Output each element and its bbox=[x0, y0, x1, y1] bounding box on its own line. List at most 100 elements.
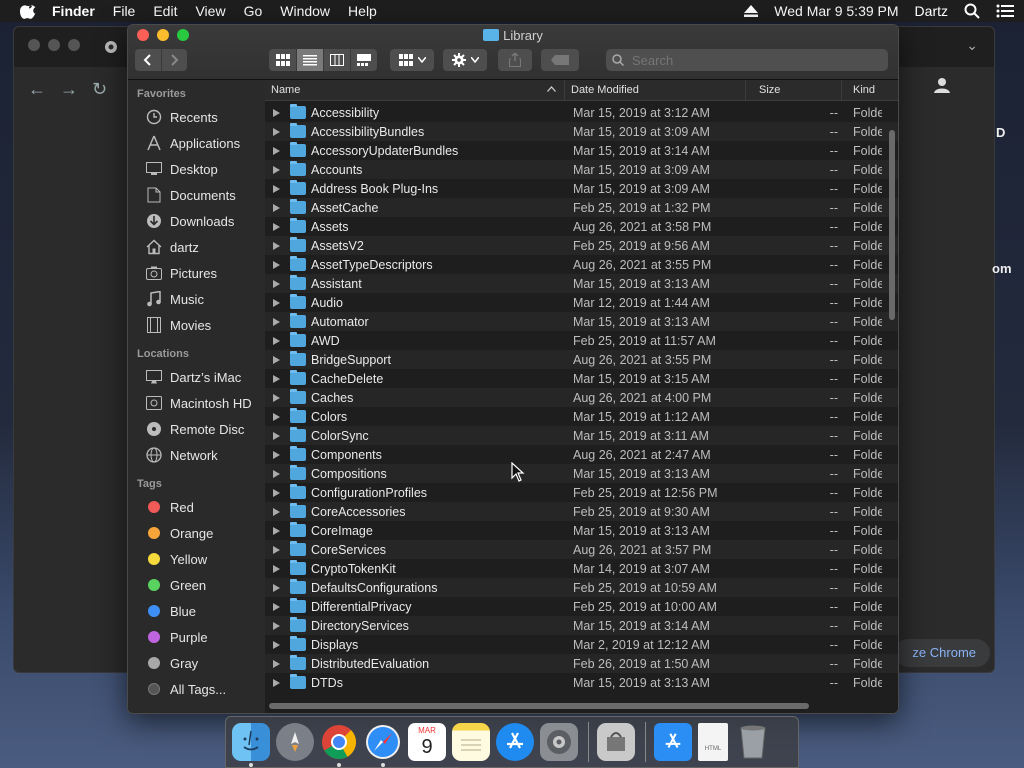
disclosure-triangle-icon[interactable] bbox=[273, 279, 280, 288]
file-row[interactable]: Accessibility Mar 15, 2019 at 3:12 AM -- Fo… bbox=[265, 103, 898, 122]
file-row[interactable]: AWD Feb 25, 2019 at 11:57 AM -- Folde bbox=[265, 331, 898, 350]
disclosure-triangle-icon[interactable] bbox=[273, 108, 280, 117]
disclosure-triangle-icon[interactable] bbox=[273, 146, 280, 155]
disclosure-triangle-icon[interactable] bbox=[273, 165, 280, 174]
file-row[interactable]: CoreServices Aug 26, 2021 at 3:57 PM -- Fol… bbox=[265, 540, 898, 559]
menu-go[interactable]: Go bbox=[244, 3, 263, 19]
file-row[interactable]: CoreImage Mar 15, 2019 at 3:13 AM -- Folde bbox=[265, 521, 898, 540]
file-row[interactable]: Compositions Mar 15, 2019 at 3:13 AM -- Fol… bbox=[265, 464, 898, 483]
file-row[interactable]: DefaultsConfigurations Feb 25, 2019 at 10… bbox=[265, 578, 898, 597]
column-header-size[interactable]: Size bbox=[746, 80, 842, 100]
file-row[interactable]: Assets Aug 26, 2021 at 3:58 PM -- Folde bbox=[265, 217, 898, 236]
sidebar-item-macintosh-hd[interactable]: Macintosh HD bbox=[128, 390, 265, 416]
share-button[interactable] bbox=[498, 49, 532, 71]
file-row[interactable]: Components Aug 26, 2021 at 2:47 AM -- Folde bbox=[265, 445, 898, 464]
file-row[interactable]: DTDs Mar 15, 2019 at 3:13 AM -- Folde bbox=[265, 673, 898, 692]
disclosure-triangle-icon[interactable] bbox=[273, 678, 280, 687]
search-input[interactable] bbox=[630, 51, 874, 69]
file-row[interactable]: Audio Mar 12, 2019 at 1:44 AM -- Folde bbox=[265, 293, 898, 312]
sidebar-tag-red[interactable]: Red bbox=[128, 494, 265, 520]
utility-icon[interactable] bbox=[597, 723, 635, 761]
disclosure-triangle-icon[interactable] bbox=[273, 222, 280, 231]
back-button[interactable] bbox=[135, 49, 162, 71]
finder-icon[interactable] bbox=[232, 723, 270, 767]
disclosure-triangle-icon[interactable] bbox=[273, 393, 280, 402]
icon-view-button[interactable] bbox=[270, 49, 297, 71]
disclosure-triangle-icon[interactable] bbox=[273, 640, 280, 649]
disclosure-triangle-icon[interactable] bbox=[273, 545, 280, 554]
disclosure-triangle-icon[interactable] bbox=[273, 526, 280, 535]
file-row[interactable]: ColorSync Mar 15, 2019 at 3:11 AM -- Folde bbox=[265, 426, 898, 445]
sidebar-item-recents[interactable]: Recents bbox=[128, 104, 265, 130]
sidebar-item-network[interactable]: Network bbox=[128, 442, 265, 468]
disclosure-triangle-icon[interactable] bbox=[273, 184, 280, 193]
profile-avatar-icon[interactable] bbox=[930, 73, 954, 97]
app-store-icon[interactable] bbox=[496, 723, 534, 761]
disclosure-triangle-icon[interactable] bbox=[273, 241, 280, 250]
disclosure-triangle-icon[interactable] bbox=[273, 336, 280, 345]
customize-chrome-button[interactable]: ze Chrome bbox=[894, 639, 990, 667]
list-view-button[interactable] bbox=[296, 49, 324, 71]
eject-icon[interactable] bbox=[744, 5, 759, 17]
sidebar-item-remote-disc[interactable]: Remote Disc bbox=[128, 416, 265, 442]
disclosure-triangle-icon[interactable] bbox=[273, 127, 280, 136]
file-row[interactable]: AccessoryUpdaterBundles Mar 15, 2019 at 3… bbox=[265, 141, 898, 160]
file-row[interactable]: AssetCache Feb 25, 2019 at 1:32 PM -- Folde bbox=[265, 198, 898, 217]
file-row[interactable]: BridgeSupport Aug 26, 2021 at 3:55 PM -- Fo… bbox=[265, 350, 898, 369]
menu-app-name[interactable]: Finder bbox=[52, 3, 95, 19]
file-row[interactable]: AssetTypeDescriptors Aug 26, 2021 at 3:55… bbox=[265, 255, 898, 274]
sidebar-tag-gray[interactable]: Gray bbox=[128, 650, 265, 676]
menu-window[interactable]: Window bbox=[280, 3, 330, 19]
vertical-scrollbar[interactable] bbox=[889, 130, 895, 320]
sidebar-item-imac[interactable]: Dartz’s iMac bbox=[128, 364, 265, 390]
action-button[interactable] bbox=[443, 49, 487, 71]
file-row[interactable]: Colors Mar 15, 2019 at 1:12 AM -- Folde bbox=[265, 407, 898, 426]
menu-file[interactable]: File bbox=[113, 3, 136, 19]
disclosure-triangle-icon[interactable] bbox=[273, 507, 280, 516]
notification-center-icon[interactable] bbox=[996, 4, 1014, 18]
spotlight-search-icon[interactable] bbox=[964, 3, 980, 19]
sidebar-item-desktop[interactable]: Desktop bbox=[128, 156, 265, 182]
file-row[interactable]: CacheDelete Mar 15, 2019 at 3:15 AM -- Fold… bbox=[265, 369, 898, 388]
disclosure-triangle-icon[interactable] bbox=[273, 583, 280, 592]
disclosure-triangle-icon[interactable] bbox=[273, 602, 280, 611]
disclosure-triangle-icon[interactable] bbox=[273, 450, 280, 459]
disclosure-triangle-icon[interactable] bbox=[273, 260, 280, 269]
sidebar-item-applications[interactable]: Applications bbox=[128, 130, 265, 156]
menu-view[interactable]: View bbox=[195, 3, 225, 19]
sidebar-tag-orange[interactable]: Orange bbox=[128, 520, 265, 546]
file-row[interactable]: AccessibilityBundles Mar 15, 2019 at 3:09… bbox=[265, 122, 898, 141]
disclosure-triangle-icon[interactable] bbox=[273, 469, 280, 478]
sidebar-item-home[interactable]: dartz bbox=[128, 234, 265, 260]
file-row[interactable]: Displays Mar 2, 2019 at 12:12 AM -- Folde bbox=[265, 635, 898, 654]
chevron-down-icon[interactable]: ⌄ bbox=[966, 37, 978, 54]
calendar-icon[interactable]: MAR 9 bbox=[408, 723, 446, 761]
search-field[interactable] bbox=[606, 49, 888, 71]
back-arrow-icon[interactable]: ← bbox=[28, 79, 46, 100]
column-view-button[interactable] bbox=[324, 49, 351, 71]
clock-text[interactable]: Wed Mar 9 5:39 PM bbox=[774, 3, 898, 19]
trash-icon[interactable] bbox=[734, 723, 772, 761]
reload-icon[interactable]: ↻ bbox=[92, 79, 107, 100]
sidebar-item-pictures[interactable]: Pictures bbox=[128, 260, 265, 286]
horizontal-scrollbar[interactable] bbox=[269, 703, 809, 709]
column-header-date-modified[interactable]: Date Modified bbox=[565, 80, 746, 100]
menu-edit[interactable]: Edit bbox=[153, 3, 177, 19]
sidebar-item-documents[interactable]: Documents bbox=[128, 182, 265, 208]
disclosure-triangle-icon[interactable] bbox=[273, 298, 280, 307]
file-row[interactable]: Automator Mar 15, 2019 at 3:13 AM -- Folde bbox=[265, 312, 898, 331]
safari-icon[interactable] bbox=[364, 723, 402, 767]
file-row[interactable]: ConfigurationProfiles Feb 25, 2019 at 12:… bbox=[265, 483, 898, 502]
file-row[interactable]: Caches Aug 26, 2021 at 4:00 PM -- Folde bbox=[265, 388, 898, 407]
disclosure-triangle-icon[interactable] bbox=[273, 488, 280, 497]
file-row[interactable]: DirectoryServices Mar 15, 2019 at 3:14 AM… bbox=[265, 616, 898, 635]
group-by-button[interactable] bbox=[390, 49, 434, 71]
gallery-view-button[interactable] bbox=[351, 49, 377, 71]
file-row[interactable]: AssetsV2 Feb 25, 2019 at 9:56 AM -- Folde bbox=[265, 236, 898, 255]
disclosure-triangle-icon[interactable] bbox=[273, 317, 280, 326]
system-preferences-icon[interactable] bbox=[540, 723, 578, 761]
forward-arrow-icon[interactable]: → bbox=[60, 79, 78, 100]
forward-button[interactable] bbox=[162, 49, 188, 71]
disclosure-triangle-icon[interactable] bbox=[273, 564, 280, 573]
disclosure-triangle-icon[interactable] bbox=[273, 621, 280, 630]
